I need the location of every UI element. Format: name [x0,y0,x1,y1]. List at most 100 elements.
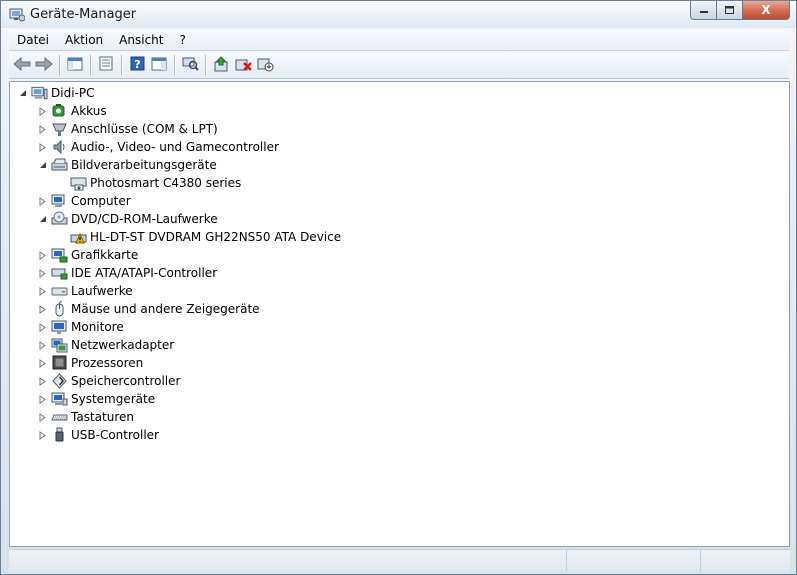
port-icon [51,121,68,137]
expand-triangle-icon[interactable] [38,322,48,332]
scan-hardware-icon [182,56,199,74]
tree-item-akkus[interactable]: Akkus [38,102,107,120]
maximize-button[interactable] [717,1,743,20]
title-bar[interactable]: Geräte-Manager X [1,1,796,28]
expand-triangle-icon[interactable] [38,142,48,152]
tree-item-label: Grafikkarte [71,248,139,262]
system-device-icon [51,391,68,407]
tree-item-label: Audio-, Video- und Gamecontroller [71,140,279,154]
expand-triangle-icon[interactable] [38,430,48,440]
uninstall-button[interactable] [232,54,254,76]
tree-item-usb[interactable]: USB-Controller [38,426,159,444]
scanner-device-icon [70,175,87,191]
back-arrow-icon [13,56,31,74]
tree-item-label: Prozessoren [71,356,144,370]
device-manager-icon [9,7,26,22]
menu-datei[interactable]: Datei [9,33,57,47]
expand-triangle-icon[interactable] [38,412,48,422]
console-tree-button[interactable] [64,54,86,76]
show-hide-console-tree-icon [67,57,83,74]
toolbar: ? [9,52,789,79]
forward-button[interactable] [33,54,55,76]
menu-bar: Datei Aktion Ansicht ? [9,30,789,51]
toolbar-separator [59,55,60,75]
tree-root[interactable]: Didi-PC [18,84,94,102]
display-adapter-icon [51,247,68,263]
collapse-triangle-icon[interactable] [18,88,28,98]
tree-item-netzwerk[interactable]: Netzwerkadapter [38,336,174,354]
disk-drive-icon [51,283,68,299]
speaker-icon [51,139,68,155]
tree-root-label: Didi-PC [51,86,95,100]
action-pane-button[interactable] [148,54,170,76]
expand-triangle-icon[interactable] [38,196,48,206]
tree-item-label: Netzwerkadapter [71,338,175,352]
tree-item-tastaturen[interactable]: Tastaturen [38,408,134,426]
dvd-drive-icon [51,211,68,227]
tree-device-label: HL-DT-ST DVDRAM GH22NS50 ATA Device [90,230,342,244]
tree-device-photosmart[interactable]: Photosmart C4380 series [70,174,241,192]
tree-item-maeuse[interactable]: Mäuse und andere Zeigegeräte [38,300,260,318]
window-title: Geräte-Manager [30,7,137,22]
expand-triangle-icon[interactable] [38,394,48,404]
toolbar-separator [205,55,206,75]
update-driver-button[interactable] [210,54,232,76]
tree-item-label: USB-Controller [71,428,159,442]
scanner-icon [51,157,68,173]
menu-aktion[interactable]: Aktion [57,33,111,47]
expand-triangle-icon[interactable] [38,286,48,296]
tree-item-systemgeraete[interactable]: Systemgeräte [38,390,155,408]
close-button[interactable]: X [743,1,790,20]
expand-triangle-icon[interactable] [38,106,48,116]
tree-item-label: Laufwerke [71,284,133,298]
disable-device-button[interactable] [254,54,276,76]
help-button[interactable]: ? [126,54,148,76]
menu-help[interactable]: ? [171,33,193,47]
tree-item-label: IDE ATA/ATAPI-Controller [71,266,218,280]
tree-item-prozessoren[interactable]: Prozessoren [38,354,143,372]
status-cell [701,550,789,571]
tree-item-ide[interactable]: IDE ATA/ATAPI-Controller [38,264,217,282]
tree-item-bildverarbeitung[interactable]: Bildverarbeitungsgeräte [38,156,217,174]
tree-item-anschluesse[interactable]: Anschlüsse (COM & LPT) [38,120,218,138]
computer-icon [31,85,48,101]
expand-triangle-icon[interactable] [38,268,48,278]
tree-item-computer[interactable]: Computer [38,192,131,210]
expand-triangle-icon[interactable] [38,358,48,368]
computer-icon [51,193,68,209]
tree-item-grafikkarte[interactable]: Grafikkarte [38,246,138,264]
tree-item-dvd[interactable]: DVD/CD-ROM-Laufwerke [38,210,218,228]
close-icon: X [761,3,771,17]
storage-controller-icon [51,373,68,389]
properties-icon [99,56,113,74]
properties-button[interactable] [95,54,117,76]
menu-ansicht[interactable]: Ansicht [111,33,171,47]
expand-triangle-icon[interactable] [38,304,48,314]
expand-triangle-icon[interactable] [38,124,48,134]
toolbar-separator [174,55,175,75]
tree-item-speichercontroller[interactable]: Speichercontroller [38,372,180,390]
mouse-icon [51,301,68,317]
monitor-icon [51,319,68,335]
device-tree[interactable]: Didi-PC Akkus Anschlüsse (COM & LPT) Aud… [9,81,790,547]
tree-item-audio[interactable]: Audio-, Video- und Gamecontroller [38,138,279,156]
collapse-triangle-icon[interactable] [38,160,48,170]
expand-triangle-icon[interactable] [38,250,48,260]
tree-device-dvdram[interactable]: HL-DT-ST DVDRAM GH22NS50 ATA Device [70,228,341,246]
disable-device-icon [257,56,274,75]
tree-item-monitore[interactable]: Monitore [38,318,124,336]
expand-triangle-icon[interactable] [38,340,48,350]
caption-buttons: X [690,1,790,21]
collapse-triangle-icon[interactable] [38,214,48,224]
forward-arrow-icon [35,56,53,74]
tree-item-label: Computer [71,194,131,208]
dvd-warning-icon [70,229,87,245]
scan-hardware-button[interactable] [179,54,201,76]
toolbar-separator [90,55,91,75]
tree-item-laufwerke[interactable]: Laufwerke [38,282,133,300]
back-button[interactable] [11,54,33,76]
minimize-button[interactable] [690,1,717,20]
expand-triangle-icon[interactable] [38,376,48,386]
uninstall-icon [235,56,252,75]
ide-controller-icon [51,265,68,281]
